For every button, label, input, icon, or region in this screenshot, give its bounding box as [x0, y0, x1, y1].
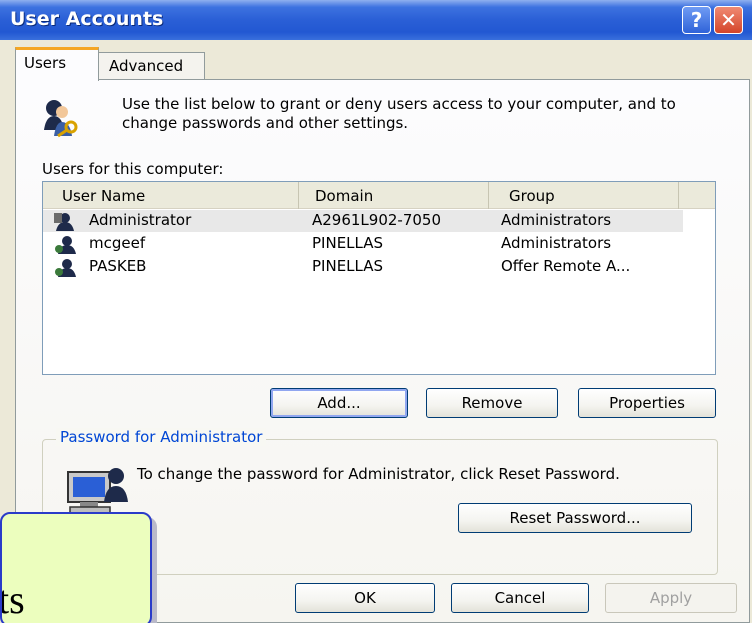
user-name-cell: Administrator	[89, 211, 192, 229]
user-name-cell: PASKEB	[89, 257, 147, 275]
user-icon	[55, 259, 76, 277]
users-keys-icon	[44, 100, 78, 138]
callout-text: ts	[0, 577, 25, 622]
table-row[interactable]: mcgeef PINELLAS Administrators	[43, 233, 683, 255]
domain-cell: PINELLAS	[312, 257, 384, 275]
column-header-group[interactable]: Group	[489, 182, 679, 209]
close-button[interactable]: ✕	[714, 6, 743, 34]
help-icon: ?	[690, 8, 703, 32]
admin-user-icon	[54, 213, 74, 231]
apply-button: Apply	[605, 583, 737, 613]
reset-password-button[interactable]: Reset Password...	[458, 503, 692, 533]
domain-cell: PINELLAS	[312, 234, 384, 252]
title-bar[interactable]: User Accounts ? ✕	[0, 0, 752, 40]
properties-button[interactable]: Properties	[578, 388, 716, 418]
table-row[interactable]: Administrator A2961L902-7050 Administrat…	[43, 210, 683, 232]
ok-button[interactable]: OK	[295, 583, 435, 613]
column-header-user-name[interactable]: User Name	[43, 182, 299, 209]
password-instructions: To change the password for Administrator…	[137, 465, 620, 483]
column-header-domain[interactable]: Domain	[299, 182, 489, 209]
users-listview[interactable]: User Name Domain Group Administrator A29…	[42, 181, 716, 375]
password-group-title: Password for Administrator	[56, 428, 267, 446]
group-cell: Administrators	[501, 211, 612, 229]
group-cell: Offer Remote A...	[501, 257, 631, 275]
user-name-cell: mcgeef	[89, 234, 146, 252]
tab-advanced[interactable]: Advanced	[99, 52, 205, 80]
listview-header: User Name Domain Group	[43, 182, 715, 209]
domain-cell: A2961L902-7050	[312, 211, 442, 229]
column-header-empty	[679, 182, 715, 209]
window-title: User Accounts	[10, 8, 164, 30]
close-icon: ✕	[720, 8, 737, 32]
users-list-label: Users for this computer:	[42, 160, 224, 178]
callout-box: ts	[0, 512, 152, 623]
help-button[interactable]: ?	[682, 6, 711, 34]
remove-user-button[interactable]: Remove	[426, 388, 558, 418]
group-cell: Administrators	[501, 234, 612, 252]
table-row[interactable]: PASKEB PINELLAS Offer Remote A...	[43, 256, 683, 278]
user-icon	[55, 236, 76, 254]
add-user-button[interactable]: Add...	[270, 388, 408, 418]
computer-user-icon	[67, 468, 128, 516]
cancel-button[interactable]: Cancel	[451, 583, 589, 613]
user-accounts-dialog: User Accounts ? ✕ Users Advanced Use the…	[0, 0, 752, 623]
tab-users[interactable]: Users	[15, 47, 99, 81]
intro-text: Use the list below to grant or deny user…	[122, 95, 676, 132]
